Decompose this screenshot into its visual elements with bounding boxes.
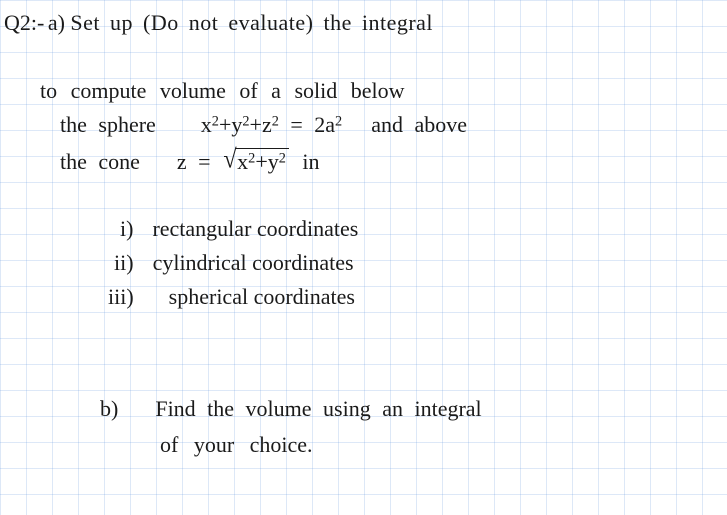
part-b-label: b) bbox=[100, 396, 118, 421]
sqrt-y: +y bbox=[255, 149, 278, 174]
b-text-2: of your choice. bbox=[160, 432, 313, 457]
line1-text: Set up (Do not evaluate) the integral bbox=[70, 10, 433, 35]
item-i-label: i) bbox=[120, 216, 133, 241]
item-i: i) rectangular coordinates bbox=[120, 216, 358, 242]
question-label: Q2:- a) Set up (Do not evaluate) the int… bbox=[4, 10, 433, 36]
sphere-eq: x2+y2+z2 = 2a2 bbox=[201, 112, 354, 137]
line3: the sphere x2+y2+z2 = 2a2 and above bbox=[60, 112, 467, 138]
item-i-text: rectangular coordinates bbox=[152, 216, 358, 241]
item-iii-text: spherical coordinates bbox=[169, 284, 355, 309]
line4: the cone z = √x2+y2 in bbox=[60, 148, 320, 175]
cone-eq: z = √x2+y2 bbox=[177, 149, 300, 174]
cone-lhs: z = bbox=[177, 149, 211, 174]
x-term: x bbox=[201, 112, 212, 137]
item-ii: ii) cylindrical coordinates bbox=[114, 250, 354, 276]
rhs: = 2a bbox=[290, 112, 335, 137]
handwritten-page: Q2:- a) Set up (Do not evaluate) the int… bbox=[0, 0, 727, 515]
item-iii: iii) spherical coordinates bbox=[108, 284, 355, 310]
sqrt-icon: √x2+y2 bbox=[222, 148, 289, 175]
item-ii-label: ii) bbox=[114, 250, 134, 275]
item-ii-text: cylindrical coordinates bbox=[153, 250, 354, 275]
line3-suffix: and above bbox=[371, 112, 467, 137]
line2: to compute volume of a solid below bbox=[40, 78, 405, 104]
y-term: +y bbox=[219, 112, 242, 137]
line3-prefix: the sphere bbox=[60, 112, 156, 137]
line2-text: to compute volume of a solid below bbox=[40, 78, 405, 103]
part-a-label: a) bbox=[48, 10, 65, 35]
q-number: Q2:- bbox=[4, 10, 44, 35]
z-term: +z bbox=[250, 112, 272, 137]
part-b-line2: of your choice. bbox=[160, 432, 313, 458]
line4-suffix: in bbox=[302, 149, 319, 174]
b-text-1: Find the volume using an integral bbox=[155, 396, 481, 421]
item-iii-label: iii) bbox=[108, 284, 134, 309]
part-b-line1: b) Find the volume using an integral bbox=[100, 396, 482, 422]
sqrt-x: x bbox=[237, 149, 248, 174]
line4-prefix: the cone bbox=[60, 149, 140, 174]
